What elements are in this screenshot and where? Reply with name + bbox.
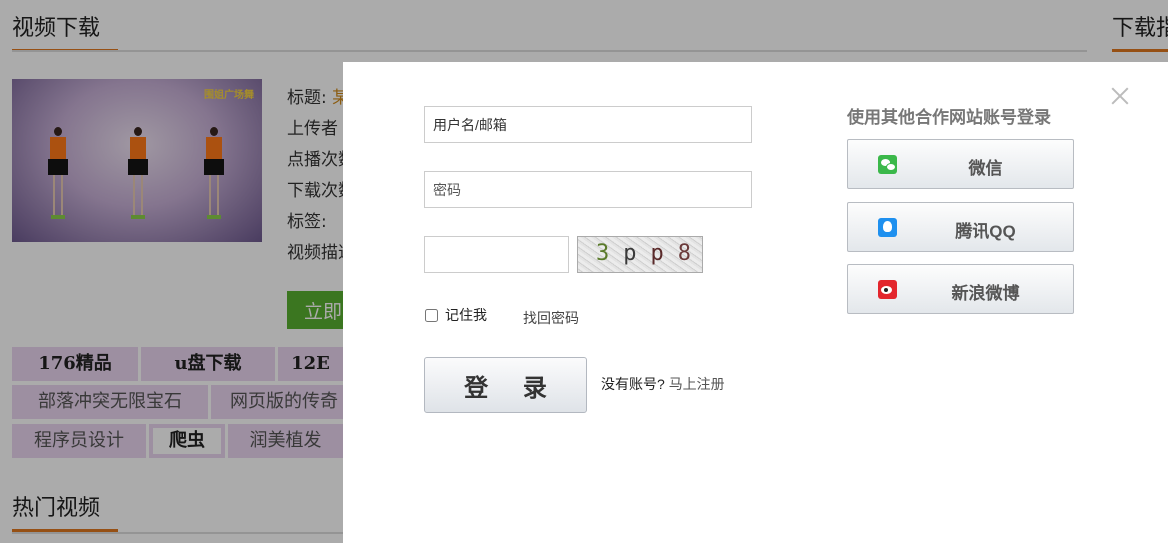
captcha-input[interactable] bbox=[424, 236, 569, 273]
wechat-login-button[interactable]: 微信 bbox=[847, 139, 1074, 189]
close-icon[interactable] bbox=[1109, 85, 1131, 107]
login-button[interactable]: 登 录 bbox=[424, 357, 587, 413]
oauth-title: 使用其他合作网站账号登录 bbox=[847, 108, 1051, 127]
login-modal: 3pp8 记住我 找回密码 登 录 没有账号? 马上注册 使用其他合作网站账号登… bbox=[343, 62, 1168, 543]
username-input[interactable] bbox=[424, 106, 752, 143]
no-account-text: 没有账号? bbox=[601, 376, 665, 392]
forgot-password-link[interactable]: 找回密码 bbox=[523, 308, 579, 328]
password-input[interactable] bbox=[424, 171, 752, 208]
weibo-login-button[interactable]: 新浪微博 bbox=[847, 264, 1074, 314]
register-prompt: 没有账号? 马上注册 bbox=[601, 374, 725, 394]
remember-me-checkbox[interactable] bbox=[425, 308, 438, 322]
remember-me-label: 记住我 bbox=[445, 307, 487, 323]
captcha-image[interactable]: 3pp8 bbox=[577, 236, 703, 273]
remember-me[interactable]: 记住我 bbox=[425, 305, 487, 325]
qq-login-button[interactable]: 腾讯QQ bbox=[847, 202, 1074, 252]
register-link[interactable]: 马上注册 bbox=[669, 376, 725, 392]
